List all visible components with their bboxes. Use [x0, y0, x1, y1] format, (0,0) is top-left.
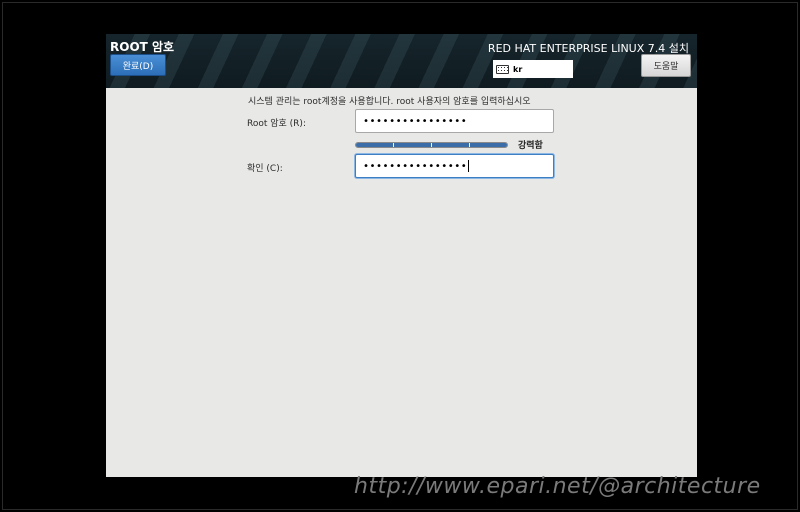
keyboard-layout-label: kr [513, 64, 523, 74]
root-password-value: •••••••••••••••• [363, 115, 468, 127]
installer-window: ROOT 암호 완료(D) RED HAT ENTERPRISE LINUX 7… [106, 34, 697, 477]
help-button[interactable]: 도움말 [641, 54, 691, 77]
password-strength-label: 강력함 [518, 141, 543, 151]
confirm-password-label: 확인 (C): [247, 164, 283, 174]
confirm-password-value: •••••••••••••••• [363, 160, 468, 172]
root-password-field[interactable]: •••••••••••••••• [355, 109, 554, 133]
confirm-password-field[interactable]: •••••••••••••••• [355, 154, 554, 178]
keyboard-icon [496, 64, 509, 74]
root-password-label: Root 암호 (R): [247, 119, 306, 129]
strength-divider [431, 143, 432, 147]
header-bar: ROOT 암호 완료(D) RED HAT ENTERPRISE LINUX 7… [106, 34, 697, 88]
strength-divider [469, 143, 470, 147]
keyboard-layout-indicator[interactable]: kr [493, 60, 573, 78]
form-area: 시스템 관리는 root계정을 사용합니다. root 사용자의 암호를 입력하… [106, 88, 697, 477]
password-strength-bar [355, 142, 508, 148]
page-title: ROOT 암호 [110, 40, 175, 54]
instruction-text: 시스템 관리는 root계정을 사용합니다. root 사용자의 암호를 입력하… [248, 97, 531, 107]
text-caret [468, 160, 470, 172]
done-button[interactable]: 완료(D) [110, 54, 166, 76]
watermark-text: http://www.epari.net/@architecture [354, 474, 761, 499]
strength-divider [393, 143, 394, 147]
